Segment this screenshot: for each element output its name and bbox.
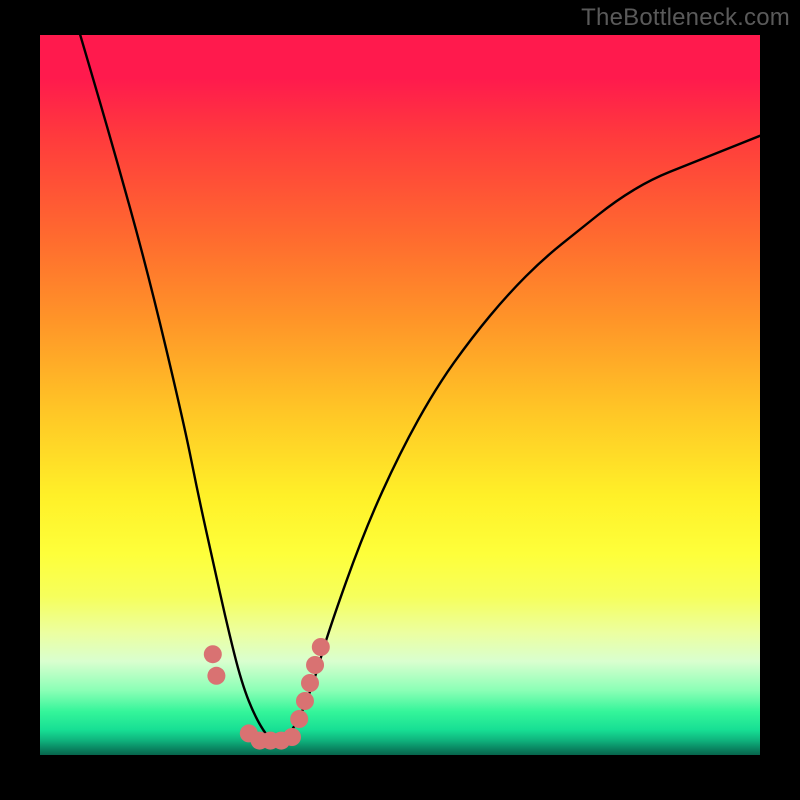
data-marker [301, 674, 319, 692]
chart-frame: TheBottleneck.com [0, 0, 800, 800]
bottleneck-curve [76, 35, 760, 743]
data-marker [204, 645, 222, 663]
data-marker [312, 638, 330, 656]
data-marker [283, 728, 301, 746]
data-marker [207, 667, 225, 685]
data-marker [306, 656, 324, 674]
curve-svg [40, 35, 760, 755]
watermark-text: TheBottleneck.com [581, 4, 790, 32]
marker-group [204, 638, 330, 750]
data-marker [290, 710, 308, 728]
data-marker [296, 692, 314, 710]
plot-area [40, 35, 760, 755]
